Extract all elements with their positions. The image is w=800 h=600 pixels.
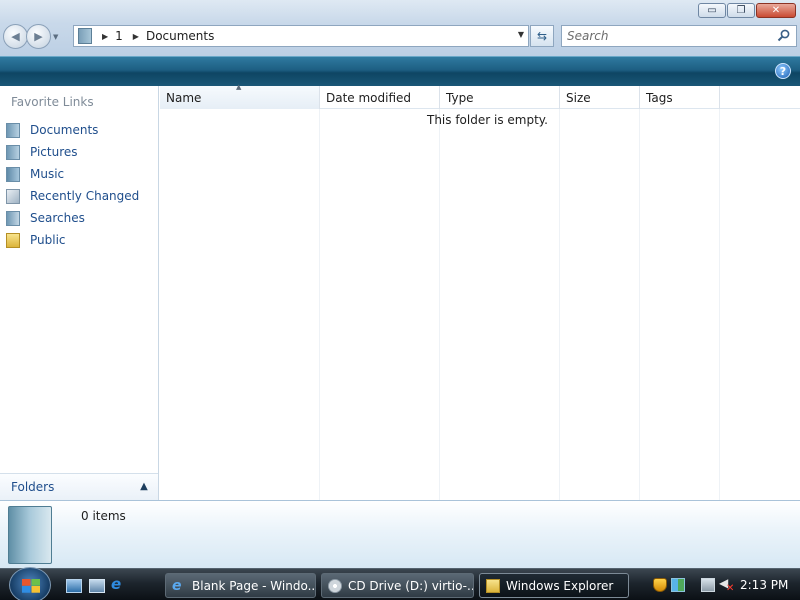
column-headers: ▲ Name Date modified Type Size Tags — [160, 83, 800, 109]
favorite-link-recently-changed[interactable]: Recently Changed — [6, 185, 139, 207]
minimize-button[interactable]: ▭ — [698, 3, 726, 18]
favorite-link-label: Music — [30, 167, 65, 181]
empty-folder-message: This folder is empty. — [427, 113, 548, 127]
show-desktop-icon[interactable] — [66, 579, 82, 593]
documents-icon — [6, 122, 20, 138]
maximize-button[interactable]: ❐ — [727, 3, 755, 18]
column-header-size[interactable]: Size — [560, 86, 640, 109]
recently-changed-icon — [6, 188, 20, 204]
favorite-link-label: Pictures — [30, 145, 78, 159]
column-header-label: Name — [166, 90, 202, 105]
column-header-label: Date modified — [326, 90, 412, 105]
back-button[interactable]: ◀ — [3, 24, 28, 49]
favorite-link-public[interactable]: Public — [6, 229, 139, 251]
taskbar: e e Blank Page - Windo... CD Drive (D:) … — [0, 567, 800, 600]
notification-area: ◀ ✕ 2:13 PM — [646, 572, 800, 599]
start-button[interactable] — [9, 567, 51, 600]
taskbar-item-windows-explorer[interactable]: Windows Explorer — [479, 573, 629, 598]
file-list[interactable]: ▲ Name Date modified Type Size Tags This… — [160, 83, 800, 500]
search-input[interactable] — [567, 29, 767, 43]
searches-icon — [6, 210, 20, 226]
item-count: 0 items — [81, 509, 126, 523]
ie-icon: e — [172, 577, 182, 594]
refresh-button[interactable]: ⇆ — [530, 25, 554, 47]
command-bar: ? — [0, 56, 800, 86]
network-status-icon[interactable] — [671, 578, 685, 592]
column-divider — [439, 109, 440, 500]
favorite-links-list: Documents Pictures Music Recently Change… — [6, 119, 139, 251]
favorite-link-label: Public — [30, 233, 66, 247]
column-header-label: Tags — [646, 90, 673, 105]
sort-ascending-icon: ▲ — [236, 83, 242, 91]
folders-label: Folders — [11, 480, 55, 494]
favorite-link-searches[interactable]: Searches — [6, 207, 139, 229]
column-guides — [160, 109, 800, 500]
taskbar-item-cd-drive[interactable]: CD Drive (D:) virtio-... — [321, 573, 474, 598]
favorite-links-title: Favorite Links — [11, 95, 94, 109]
back-arrow-icon: ◀ — [11, 30, 20, 43]
forward-arrow-icon: ▶ — [34, 30, 43, 43]
clock[interactable]: 2:13 PM — [740, 578, 788, 592]
breadcrumb-chevron-icon[interactable]: ▶ — [102, 32, 108, 41]
breadcrumb-item[interactable]: Documents — [146, 29, 214, 43]
taskbar-item-label: CD Drive (D:) virtio-... — [348, 578, 474, 593]
address-bar[interactable]: ▶ 1 ▶ Documents ▼ — [73, 25, 529, 47]
column-divider — [319, 109, 320, 500]
search-icon[interactable] — [777, 29, 790, 42]
details-pane: 0 items — [0, 500, 800, 568]
switch-windows-icon[interactable] — [89, 579, 105, 593]
breadcrumb-item[interactable]: 1 — [115, 29, 123, 43]
forward-button[interactable]: ▶ — [26, 24, 51, 49]
column-divider — [639, 109, 640, 500]
pictures-icon — [6, 144, 20, 160]
column-header-type[interactable]: Type — [440, 86, 560, 109]
column-header-name[interactable]: ▲ Name — [160, 83, 320, 109]
security-shield-icon[interactable] — [653, 578, 667, 592]
folder-icon — [486, 578, 500, 593]
recent-pages-dropdown[interactable]: ▼ — [53, 33, 63, 41]
library-icon — [78, 28, 92, 44]
column-divider — [559, 109, 560, 500]
favorite-link-documents[interactable]: Documents — [6, 119, 139, 141]
navigation-pane: Favorite Links Documents Pictures Music … — [0, 86, 159, 500]
search-box[interactable] — [561, 25, 797, 47]
column-header-date-modified[interactable]: Date modified — [320, 86, 440, 109]
favorite-link-music[interactable]: Music — [6, 163, 139, 185]
favorite-link-pictures[interactable]: Pictures — [6, 141, 139, 163]
window-controls: ▭ ❐ ✕ — [698, 3, 796, 18]
breadcrumb-chevron-icon[interactable]: ▶ — [133, 32, 139, 41]
column-header-label: Size — [566, 90, 591, 105]
taskbar-item-blank-page[interactable]: e Blank Page - Windo... — [165, 573, 316, 598]
favorite-link-label: Recently Changed — [30, 189, 140, 203]
title-bar: ▭ ❐ ✕ ◀ ▶ ▼ ▶ 1 ▶ Documents ▼ ⇆ — [0, 0, 800, 56]
column-divider — [719, 109, 720, 500]
column-header-tags[interactable]: Tags — [640, 86, 720, 109]
cd-drive-icon — [328, 578, 342, 593]
address-dropdown-icon[interactable]: ▼ — [518, 30, 524, 39]
network-disconnected-icon[interactable] — [701, 578, 715, 592]
folders-toggle[interactable]: Folders ▲ — [0, 473, 158, 500]
favorite-link-label: Searches — [30, 211, 85, 225]
column-header-label: Type — [446, 90, 474, 105]
public-folder-icon — [6, 232, 20, 248]
help-icon[interactable]: ? — [775, 63, 791, 79]
taskbar-item-label: Blank Page - Windo... — [192, 578, 316, 593]
taskbar-item-label: Windows Explorer — [506, 578, 614, 593]
refresh-icon: ⇆ — [536, 29, 548, 43]
chevron-up-icon[interactable]: ▲ — [138, 481, 150, 493]
favorite-link-label: Documents — [30, 123, 99, 137]
music-icon — [6, 166, 20, 182]
close-button[interactable]: ✕ — [756, 3, 796, 18]
muted-icon: ✕ — [726, 583, 735, 594]
internet-explorer-icon[interactable]: e — [111, 575, 121, 593]
navigation-buttons: ◀ ▶ ▼ — [3, 24, 63, 49]
documents-folder-icon — [8, 506, 52, 564]
